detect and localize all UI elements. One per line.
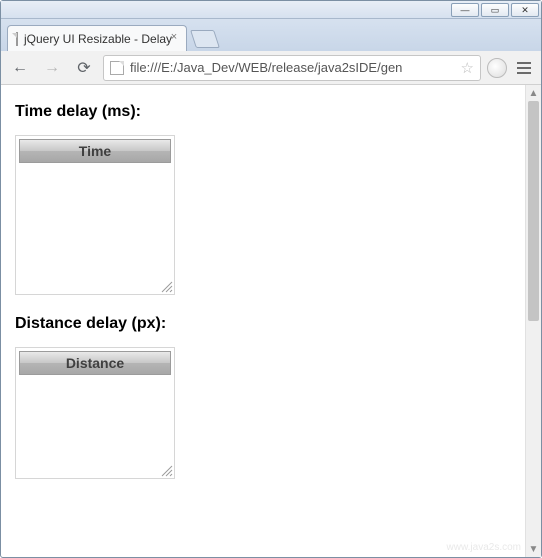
scroll-up-arrow-icon[interactable]: ▲ — [526, 85, 541, 101]
resizable-distance-header: Distance — [19, 351, 171, 375]
extension-icon[interactable] — [487, 58, 507, 78]
resize-handle-icon[interactable] — [159, 463, 173, 477]
browser-tab[interactable]: jQuery UI Resizable - Delay × — [7, 25, 187, 51]
browser-window: — ▭ ✕ jQuery UI Resizable - Delay × ← → … — [0, 0, 542, 558]
forward-button[interactable]: → — [39, 55, 65, 81]
url-text: file:///E:/Java_Dev/WEB/release/java2sID… — [130, 60, 402, 75]
page-content: Time delay (ms): Time Distance delay (px… — [1, 85, 525, 557]
scroll-down-arrow-icon[interactable]: ▼ — [526, 541, 541, 557]
back-button[interactable]: ← — [7, 55, 33, 81]
file-icon — [16, 32, 18, 46]
watermark-text: www.java2s.com — [447, 542, 521, 553]
heading-time-delay: Time delay (ms): — [15, 103, 511, 121]
resizable-time[interactable]: Time — [15, 135, 175, 295]
browser-toolbar: ← → ⟳ file:///E:/Java_Dev/WEB/release/ja… — [1, 51, 541, 85]
reload-button[interactable]: ⟳ — [71, 55, 97, 81]
chrome-menu-button[interactable] — [513, 62, 535, 74]
page-icon — [110, 61, 124, 75]
scrollbar-thumb[interactable] — [528, 101, 539, 321]
tab-strip: jQuery UI Resizable - Delay × — [1, 19, 541, 51]
resizable-distance[interactable]: Distance — [15, 347, 175, 479]
tab-title: jQuery UI Resizable - Delay — [24, 32, 172, 46]
window-minimize-button[interactable]: — — [451, 3, 479, 17]
bookmark-star-icon[interactable]: ☆ — [461, 59, 474, 77]
heading-distance-delay: Distance delay (px): — [15, 315, 511, 333]
vertical-scrollbar[interactable]: ▲ ▼ — [525, 85, 541, 557]
resize-handle-icon[interactable] — [159, 279, 173, 293]
new-tab-button[interactable] — [190, 30, 220, 48]
viewport: Time delay (ms): Time Distance delay (px… — [1, 85, 541, 557]
window-maximize-button[interactable]: ▭ — [481, 3, 509, 17]
window-close-button[interactable]: ✕ — [511, 3, 539, 17]
address-bar[interactable]: file:///E:/Java_Dev/WEB/release/java2sID… — [103, 55, 481, 81]
tab-close-button[interactable]: × — [168, 32, 180, 44]
resizable-time-header: Time — [19, 139, 171, 163]
window-titlebar: — ▭ ✕ — [1, 1, 541, 19]
